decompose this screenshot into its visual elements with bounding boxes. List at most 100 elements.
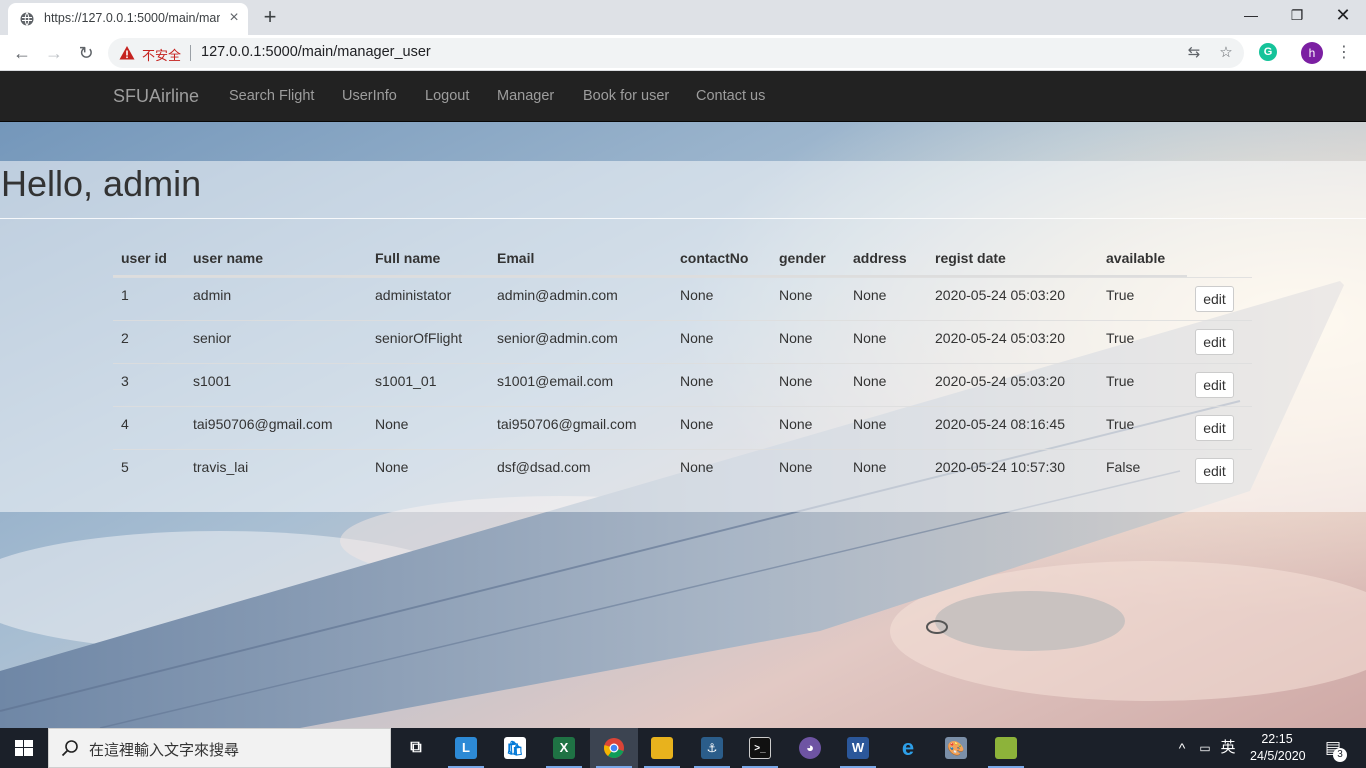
close-tab-icon[interactable]: × (226, 9, 242, 27)
lyx-icon[interactable]: L (442, 728, 490, 768)
restore-icon[interactable]: ❐ (1274, 0, 1320, 30)
taskbar-search-input[interactable]: 在這裡輸入文字來搜尋 (48, 728, 391, 768)
system-clock[interactable]: 22:15 24/5/2020 (1250, 731, 1306, 765)
cell-contact: None (680, 373, 714, 389)
table-row: 3 s1001 s1001_01 s1001@email.com None No… (113, 363, 1252, 406)
store-glyph: 🛍 (504, 737, 526, 759)
excel-glyph: X (553, 737, 575, 759)
reload-icon[interactable]: ↻ (72, 39, 100, 67)
paint-icon[interactable]: 🎨 (932, 728, 980, 768)
edit-button[interactable]: edit (1195, 329, 1234, 355)
cell-full-name: s1001_01 (375, 373, 437, 389)
notepad-plus-icon[interactable] (982, 728, 1030, 768)
store-icon[interactable]: 🛍 (491, 728, 539, 768)
column-header: user id (121, 250, 167, 266)
paint-glyph: 🎨 (945, 737, 967, 759)
cell-available: True (1106, 373, 1135, 389)
table-header: user id user name Full name Email contac… (113, 241, 1187, 277)
close-window-icon[interactable]: ✕ (1320, 0, 1366, 30)
chrome-glyph (604, 738, 624, 758)
cell-full-name: administator (375, 287, 452, 303)
cell-regist-date: 2020-05-24 10:57:30 (935, 459, 1065, 475)
content-panel: Hello, admin user id user name Full name… (0, 161, 1366, 512)
windows-taskbar: 在這裡輸入文字來搜尋 ⧉ L 🛍 X ⚓ >_ ◕ W e 🎨 ^ ▭ 英 22… (0, 728, 1366, 768)
cell-regist-date: 2020-05-24 05:03:20 (935, 287, 1065, 303)
mysql-workbench-icon[interactable]: ⚓ (688, 728, 736, 768)
terminal-icon[interactable]: >_ (736, 728, 784, 768)
column-header: address (853, 250, 907, 266)
nav-search-flight[interactable]: Search Flight (229, 88, 314, 104)
cell-email: s1001@email.com (497, 373, 614, 389)
cell-address: None (853, 330, 887, 346)
edit-button[interactable]: edit (1195, 286, 1234, 312)
cell-user-id: 5 (121, 459, 129, 475)
forward-arrow-icon[interactable]: → (40, 39, 68, 67)
ime-indicator[interactable]: 英 (1216, 728, 1240, 768)
new-tab-button[interactable]: + (258, 5, 282, 29)
task-view-icon[interactable]: ⧉ (392, 728, 440, 768)
edit-button[interactable]: edit (1195, 415, 1234, 441)
page-viewport: SFUAirline Search Flight UserInfo Logout… (0, 71, 1366, 728)
tab-title: https://127.0.0.1:5000/main/manager_user (44, 11, 220, 25)
more-menu-icon[interactable]: ⋮ (1334, 41, 1354, 65)
cell-user-name: tai950706@gmail.com (193, 416, 333, 432)
edit-button[interactable]: edit (1195, 372, 1234, 398)
minimize-icon[interactable]: — (1228, 0, 1274, 30)
cell-full-name: None (375, 459, 409, 475)
chevron-up-icon[interactable]: ^ (1172, 728, 1192, 768)
notepad-glyph (995, 737, 1017, 759)
search-icon (61, 740, 78, 757)
translate-icon[interactable]: ⇆ (1184, 43, 1204, 63)
terminal-glyph: >_ (749, 737, 771, 759)
cell-gender: None (779, 459, 813, 475)
edge-glyph: e (901, 735, 915, 760)
nav-userinfo[interactable]: UserInfo (342, 88, 397, 104)
divider (190, 45, 191, 61)
workbench-glyph: ⚓ (701, 737, 723, 759)
cell-available: True (1106, 330, 1135, 346)
table-row: 1 admin administator admin@admin.com Non… (113, 277, 1252, 320)
cell-available: True (1106, 287, 1135, 303)
cell-email: dsf@dsad.com (497, 459, 591, 475)
nav-manager[interactable]: Manager (497, 88, 554, 104)
notification-badge: 3 (1333, 748, 1347, 762)
edge-icon[interactable]: e (884, 728, 932, 768)
cell-user-id: 4 (121, 416, 129, 432)
file-explorer-icon[interactable] (638, 728, 686, 768)
cell-full-name: seniorOfFlight (375, 330, 463, 346)
cell-regist-date: 2020-05-24 05:03:20 (935, 373, 1065, 389)
github-desktop-icon[interactable]: ◕ (786, 728, 834, 768)
cell-user-id: 1 (121, 287, 129, 303)
cell-address: None (853, 416, 887, 432)
cell-user-name: travis_lai (193, 459, 249, 475)
brand-link[interactable]: SFUAirline (113, 86, 199, 107)
grammarly-icon[interactable]: G (1259, 43, 1277, 61)
insecure-label[interactable]: 不安全 (142, 45, 181, 64)
url-text[interactable]: 127.0.0.1:5000/main/manager_user (201, 44, 431, 60)
cell-email: senior@admin.com (497, 330, 618, 346)
github-glyph: ◕ (799, 737, 821, 759)
cell-contact: None (680, 416, 714, 432)
column-header: Full name (375, 250, 441, 266)
cell-address: None (853, 459, 887, 475)
cell-gender: None (779, 373, 813, 389)
nav-book-for-user[interactable]: Book for user (583, 88, 669, 104)
bookmark-star-icon[interactable]: ☆ (1216, 43, 1236, 63)
page-title: Hello, admin (1, 163, 202, 204)
cell-user-name: senior (193, 330, 232, 346)
edit-button[interactable]: edit (1195, 458, 1234, 484)
nav-contact-us[interactable]: Contact us (696, 88, 765, 104)
address-bar[interactable]: 不安全 127.0.0.1:5000/main/manager_user ⇆ ☆ (108, 38, 1244, 68)
nav-logout[interactable]: Logout (425, 88, 469, 104)
profile-avatar[interactable]: h (1301, 42, 1323, 64)
column-header: gender (779, 250, 826, 266)
browser-tab[interactable]: https://127.0.0.1:5000/main/manager_user… (8, 3, 248, 35)
task-view-glyph: ⧉ (410, 739, 422, 756)
excel-icon[interactable]: X (540, 728, 588, 768)
network-icon[interactable]: ▭ (1194, 728, 1216, 768)
windows-start-icon[interactable] (0, 728, 48, 768)
chrome-icon[interactable] (590, 728, 638, 768)
back-arrow-icon[interactable]: ← (8, 39, 36, 67)
browser-toolbar: ← → ↻ 不安全 127.0.0.1:5000/main/manager_us… (0, 35, 1366, 71)
word-icon[interactable]: W (834, 728, 882, 768)
